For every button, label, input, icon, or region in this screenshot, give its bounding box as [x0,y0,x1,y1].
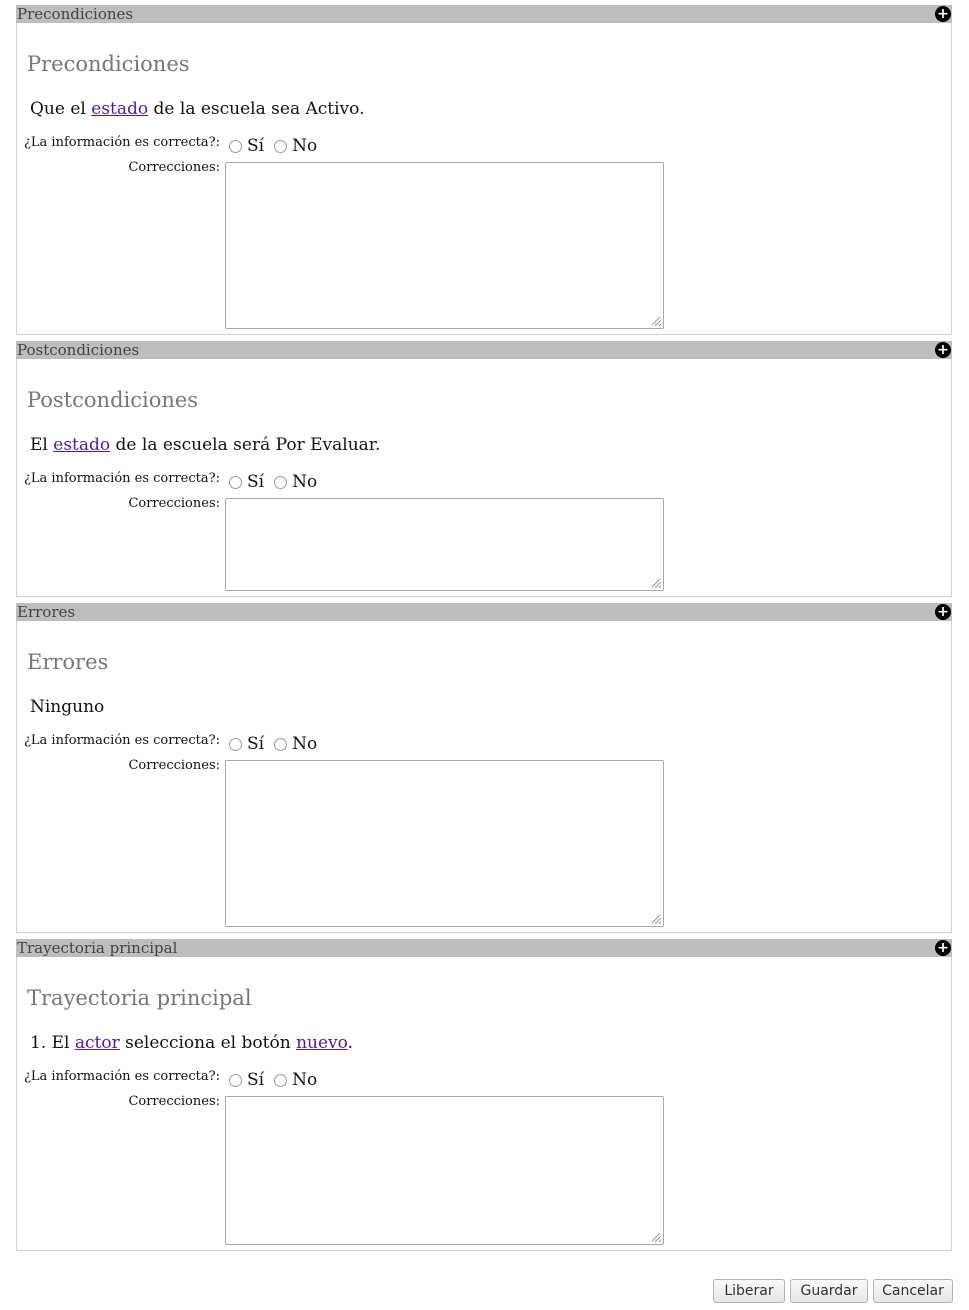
text-fragment: de la escuela sea Activo. [148,99,365,119]
yes-radio[interactable] [229,475,242,489]
correct-question-label: ¿La información es correcta?: [23,733,220,748]
resize-grip-icon[interactable] [652,1233,661,1242]
no-radio-option[interactable]: No [274,1070,317,1090]
yes-label: Sí [247,472,265,492]
section-bar-title: Postcondiciones [17,341,140,359]
yes-radio[interactable] [229,1073,242,1087]
text-fragment: 1. El [30,1033,75,1053]
section-bar-title: Errores [17,603,76,621]
section-text: Ninguno [30,697,104,717]
text-fragment: Ninguno [30,697,105,717]
text-fragment: Que el [30,99,92,119]
no-radio[interactable] [274,1073,288,1087]
yes-radio-option[interactable]: Sí [229,1070,264,1090]
section-trayectoria-principal: Trayectoria principal 1. El actor selecc… [16,957,952,1251]
no-radio-option[interactable]: No [274,734,317,754]
corrections-textarea[interactable] [225,162,664,329]
section-text: El estado de la escuela será Por Evaluar… [30,435,380,455]
section-bar-trayectoria-principal[interactable]: Trayectoria principal + [16,939,952,957]
section-heading: Trayectoria principal [27,986,252,1010]
correct-question-label: ¿La información es correcta?: [23,1069,220,1084]
yes-label: Sí [247,1070,265,1090]
no-radio[interactable] [274,737,288,751]
no-radio[interactable] [274,475,288,489]
resize-grip-icon[interactable] [652,915,661,924]
correct-question-label: ¿La información es correcta?: [23,135,220,150]
text-fragment: selecciona el botón [119,1033,297,1053]
corrections-textarea[interactable] [225,760,664,927]
no-label: No [292,1070,318,1090]
no-label: No [292,734,318,754]
yes-label: Sí [247,136,265,156]
plus-circle-icon[interactable]: + [935,940,951,956]
yes-radio-option[interactable]: Sí [229,472,264,492]
no-radio-option[interactable]: No [274,472,317,492]
section-heading: Errores [27,650,109,674]
section-precondiciones: Precondiciones Que el estado de la escue… [16,23,952,335]
section-bar-postcondiciones[interactable]: Postcondiciones + [16,341,952,359]
text-fragment: de la escuela será Por Evaluar. [110,435,381,455]
corrections-label: Correcciones: [128,160,220,175]
resize-grip-icon[interactable] [652,579,661,588]
corrections-label: Correcciones: [128,1094,220,1109]
correct-question-label: ¿La información es correcta?: [23,471,220,486]
estado-link[interactable]: estado [91,99,148,119]
no-label: No [292,136,318,156]
corrections-textarea[interactable] [225,1096,664,1245]
section-errores: Errores Ninguno ¿La información es corre… [16,621,952,933]
section-bar-title: Trayectoria principal [17,939,178,957]
yes-radio[interactable] [229,139,242,153]
section-heading: Precondiciones [27,52,190,76]
corrections-label: Correcciones: [128,496,220,511]
estado-link[interactable]: estado [53,435,110,455]
section-bar-errores[interactable]: Errores + [16,603,952,621]
save-button[interactable]: Guardar [790,1279,868,1303]
cancel-button[interactable]: Cancelar [873,1279,953,1303]
corrections-textarea[interactable] [225,498,664,591]
section-heading: Postcondiciones [27,388,199,412]
yes-radio-option[interactable]: Sí [229,734,264,754]
nuevo-link[interactable]: nuevo [296,1033,348,1053]
text-fragment: El [30,435,54,455]
yes-radio[interactable] [229,737,242,751]
no-radio-option[interactable]: No [274,136,317,156]
section-postcondiciones: Postcondiciones El estado de la escuela … [16,359,952,597]
section-text: Que el estado de la escuela sea Activo. [30,99,365,119]
corrections-label: Correcciones: [128,758,220,773]
section-text: 1. El actor selecciona el botón nuevo. [30,1033,353,1053]
section-bar-title: Precondiciones [17,5,134,23]
correct-radio-group: Sí No [229,1070,327,1090]
no-radio[interactable] [274,139,288,153]
resize-grip-icon[interactable] [652,317,661,326]
release-button[interactable]: Liberar [713,1279,785,1303]
yes-label: Sí [247,734,265,754]
yes-radio-option[interactable]: Sí [229,136,264,156]
plus-circle-icon[interactable]: + [935,6,951,22]
plus-circle-icon[interactable]: + [935,604,951,620]
plus-circle-icon[interactable]: + [935,342,951,358]
correct-radio-group: Sí No [229,136,327,156]
no-label: No [292,472,318,492]
text-fragment: . [347,1033,353,1053]
section-bar-precondiciones[interactable]: Precondiciones + [16,5,952,23]
actor-link[interactable]: actor [75,1033,120,1053]
correct-radio-group: Sí No [229,472,327,492]
correct-radio-group: Sí No [229,734,327,754]
